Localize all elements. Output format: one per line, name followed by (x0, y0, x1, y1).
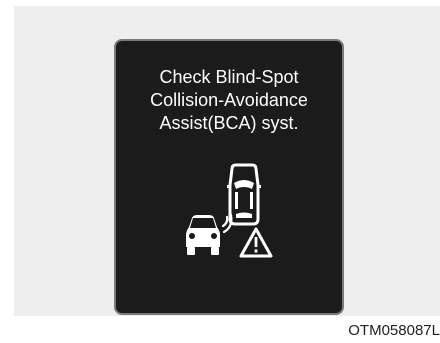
warning-message: Check Blind-Spot Collision-Avoidance Ass… (116, 66, 342, 135)
blind-spot-collision-warning-icon (186, 163, 273, 258)
figure-code: OTM058087L (348, 322, 440, 339)
warning-message-line-3: Assist(BCA) syst. (159, 113, 299, 133)
cluster-warning-display: Check Blind-Spot Collision-Avoidance Ass… (114, 39, 344, 315)
warning-triangle-icon (239, 227, 273, 258)
warning-message-line-1: Check Blind-Spot (159, 67, 299, 87)
side-vehicle-icon (186, 215, 220, 255)
warning-message-line-2: Collision-Avoidance (150, 90, 308, 110)
